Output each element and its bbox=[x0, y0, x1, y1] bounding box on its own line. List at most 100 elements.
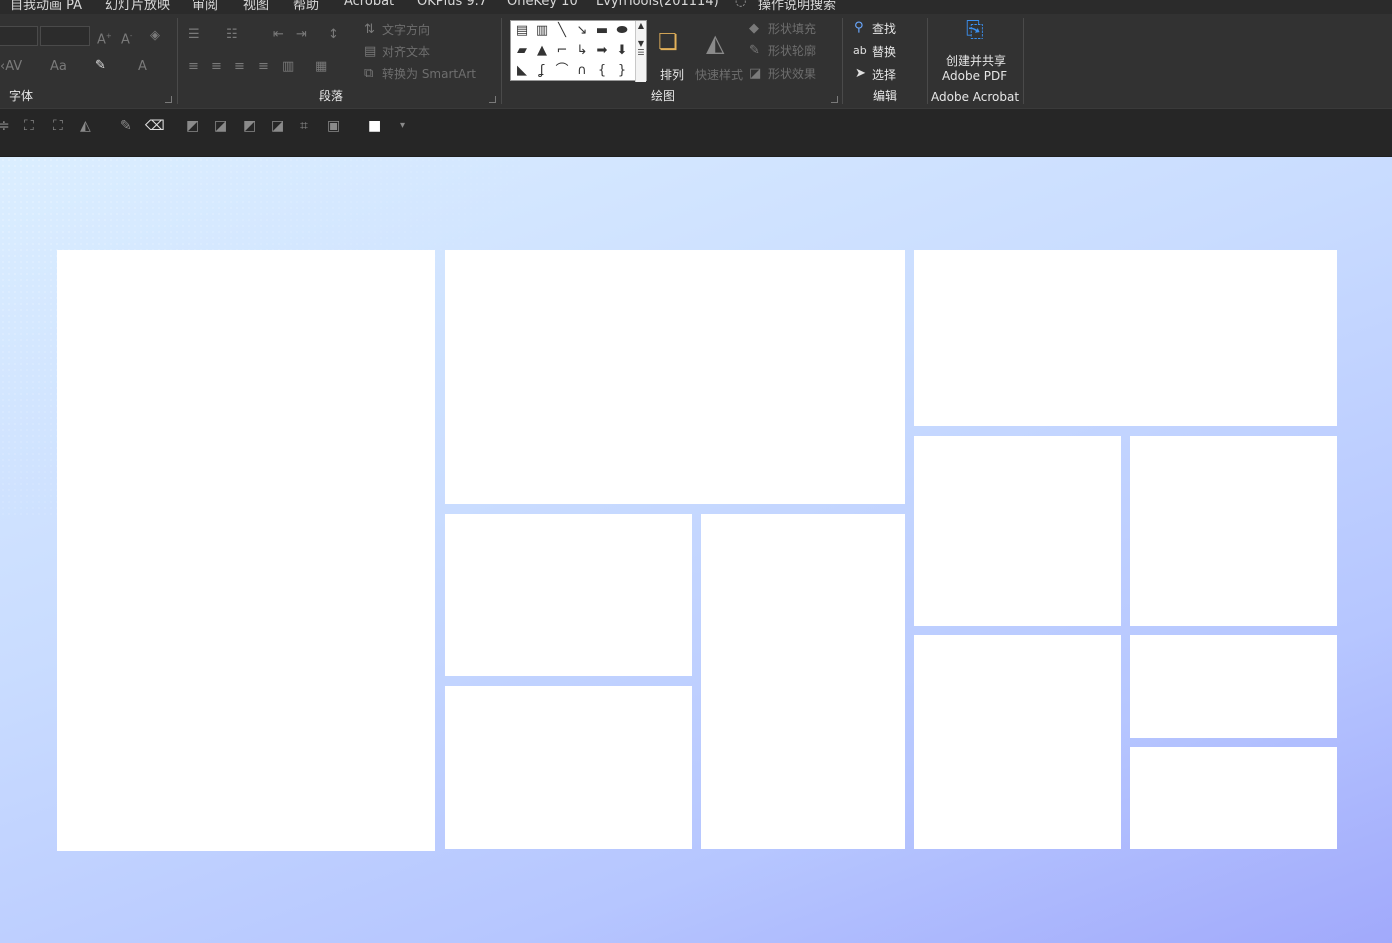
image-placeholder-11[interactable] bbox=[1130, 747, 1337, 849]
send-back-icon[interactable]: ◪ bbox=[271, 119, 284, 133]
tab-animation-pa[interactable]: 自我动画 PA bbox=[10, 0, 82, 13]
shapes-gallery-scroll[interactable]: ▲ ▼ ☰ bbox=[635, 21, 646, 82]
left-brace-icon[interactable]: { bbox=[593, 62, 611, 80]
shape-effects-button[interactable]: 形状效果 bbox=[768, 67, 816, 81]
change-case-icon[interactable]: Aa bbox=[50, 60, 67, 74]
image-placeholder-10[interactable] bbox=[1130, 635, 1337, 738]
image-placeholder-4[interactable] bbox=[445, 514, 692, 676]
freeform-icon[interactable]: ʆ bbox=[533, 62, 551, 80]
align-left-icon[interactable]: ≡ bbox=[188, 60, 199, 74]
image-placeholder-1[interactable] bbox=[57, 250, 435, 851]
create-share-line1[interactable]: 创建并共享 bbox=[946, 54, 1006, 68]
shape-outline-icon: ✎ bbox=[749, 43, 760, 58]
color-swatch-icon[interactable]: ■ bbox=[368, 119, 381, 133]
drawing-dialog-launcher[interactable] bbox=[831, 96, 838, 103]
tab-help[interactable]: 帮助 bbox=[293, 0, 319, 13]
columns-icon[interactable]: ▦ bbox=[315, 60, 327, 74]
clear-format-icon[interactable]: ◈ bbox=[150, 29, 160, 43]
char-spacing-icon[interactable]: ‹AV bbox=[0, 60, 22, 74]
elbow-arrow-icon[interactable]: ↳ bbox=[573, 42, 591, 60]
right-arrow-icon[interactable]: ➡ bbox=[593, 42, 611, 60]
tab-onekey[interactable]: OneKey 10 bbox=[507, 0, 578, 9]
menu-tabs-bar: 自我动画 PA 幻灯片放映 审阅 视图 帮助 Acrobat OKPlus 9.… bbox=[0, 0, 1392, 14]
find-button[interactable]: 查找 bbox=[872, 22, 896, 36]
bullets-icon[interactable]: ☰ bbox=[188, 28, 200, 42]
tab-okplus[interactable]: OKPlus 9.7 bbox=[417, 0, 487, 9]
group-shapes-icon[interactable]: ⛶ bbox=[53, 119, 63, 133]
image-placeholder-3[interactable] bbox=[914, 250, 1337, 426]
increase-indent-icon[interactable]: ⇥ bbox=[296, 28, 307, 42]
rotate-icon[interactable]: ◭ bbox=[80, 119, 91, 133]
arrange-button[interactable]: 排列 bbox=[660, 68, 684, 82]
quick-styles-button[interactable]: 快速样式 bbox=[695, 68, 743, 82]
slide-canvas[interactable] bbox=[0, 157, 1392, 943]
font-color-icon[interactable]: A bbox=[138, 60, 147, 74]
increase-font-icon[interactable]: A+ bbox=[97, 29, 112, 47]
image-placeholder-2[interactable] bbox=[445, 250, 905, 504]
tab-lvyhtools[interactable]: LvyhTools(201114) bbox=[596, 0, 719, 9]
acrobat-group: ⎘ 创建并共享 Adobe PDF Adobe Acrobat bbox=[928, 14, 1023, 108]
highlight-color-icon[interactable]: ✎ bbox=[95, 59, 106, 73]
tab-acrobat[interactable]: Acrobat bbox=[344, 0, 394, 9]
shapes-gallery[interactable]: ▤ ▥ ╲ ↘ ▬ ⬬ ▰ ▲ ⌐ ↳ ➡ ⬇ ◣ ʆ ⌒ ∩ { } ▲ ▼ ☰ bbox=[510, 20, 647, 82]
lightbulb-icon: ◌ bbox=[735, 0, 747, 9]
image-placeholder-9[interactable] bbox=[914, 635, 1121, 849]
line-icon[interactable]: ╲ bbox=[553, 22, 571, 40]
shape-outline-button[interactable]: 形状轮廓 bbox=[768, 44, 816, 58]
image-placeholder-5[interactable] bbox=[445, 686, 692, 849]
align-center-icon[interactable]: ≡ bbox=[211, 60, 222, 74]
text-box-icon[interactable]: ▤ bbox=[513, 22, 531, 40]
tell-me-search[interactable]: 操作说明搜索 bbox=[758, 0, 836, 13]
decrease-font-icon[interactable]: A- bbox=[121, 29, 132, 47]
send-backward-icon[interactable]: ◪ bbox=[214, 119, 227, 133]
justify-icon[interactable]: ≡ bbox=[258, 60, 269, 74]
numbering-icon[interactable]: ☷ bbox=[226, 28, 238, 42]
drawing-group-label: 绘图 bbox=[651, 89, 676, 103]
text-direction-button[interactable]: 文字方向 bbox=[382, 23, 430, 37]
snip-shape-icon[interactable]: ◣ bbox=[513, 62, 531, 80]
bring-forward-icon[interactable]: ◩ bbox=[186, 119, 199, 133]
line-spacing-icon[interactable]: ↕ bbox=[328, 28, 339, 42]
font-dialog-launcher[interactable] bbox=[165, 96, 172, 103]
crop-icon[interactable]: ⌗ bbox=[300, 119, 308, 133]
align-shapes-icon[interactable]: ⛶ bbox=[24, 119, 34, 133]
curve-icon[interactable]: ∩ bbox=[573, 62, 591, 80]
shape-fill-button[interactable]: 形状填充 bbox=[768, 22, 816, 36]
paragraph-dialog-launcher[interactable] bbox=[489, 96, 496, 103]
image-placeholder-7[interactable] bbox=[914, 436, 1121, 626]
align-right-icon[interactable]: ≡ bbox=[234, 60, 245, 74]
bring-front-icon[interactable]: ◩ bbox=[243, 119, 256, 133]
elbow-connector-icon[interactable]: ⌐ bbox=[553, 42, 571, 60]
triangle-icon[interactable]: ▲ bbox=[533, 42, 551, 60]
size-icon[interactable]: ▣ bbox=[327, 119, 340, 133]
font-size-combo[interactable] bbox=[40, 26, 90, 46]
arrow-line-icon[interactable]: ↘ bbox=[573, 22, 591, 40]
distributed-icon[interactable]: ▥ bbox=[282, 60, 294, 74]
vertical-text-box-icon[interactable]: ▥ bbox=[533, 22, 551, 40]
image-placeholder-8[interactable] bbox=[1130, 436, 1337, 626]
tab-review[interactable]: 审阅 bbox=[192, 0, 218, 13]
align-text-button[interactable]: 对齐文本 bbox=[382, 45, 430, 59]
eraser-icon[interactable]: ⌫ bbox=[145, 119, 165, 133]
paragraph-group-label: 段落 bbox=[319, 89, 344, 103]
format-painter-icon[interactable]: ✎ bbox=[120, 119, 132, 133]
arc-icon[interactable]: ⌒ bbox=[553, 62, 571, 80]
rectangle-icon[interactable]: ▬ bbox=[593, 22, 611, 40]
right-brace-icon[interactable]: } bbox=[613, 62, 631, 80]
create-share-line2[interactable]: Adobe PDF bbox=[942, 69, 1007, 83]
rounded-rect-icon[interactable]: ▰ bbox=[513, 42, 531, 60]
customize-toolbar-icon[interactable]: ▾ bbox=[400, 119, 405, 133]
font-name-combo[interactable] bbox=[0, 26, 38, 46]
tab-view[interactable]: 视图 bbox=[243, 0, 269, 13]
replace-button[interactable]: 替换 bbox=[872, 45, 896, 59]
oval-icon[interactable]: ⬬ bbox=[613, 22, 631, 40]
image-placeholder-6[interactable] bbox=[701, 514, 905, 849]
down-arrow-icon[interactable]: ⬇ bbox=[613, 42, 631, 60]
decrease-indent-icon[interactable]: ⇤ bbox=[273, 28, 284, 42]
convert-smartart-button[interactable]: 转换为 SmartArt bbox=[382, 67, 476, 81]
distribute-icon[interactable]: ≑ bbox=[0, 119, 10, 133]
select-button[interactable]: 选择 bbox=[872, 68, 896, 82]
paragraph-group: ☰ ☷ ⇤ ⇥ ↕ ⇅ 文字方向 ▤ 对齐文本 ⧉ 转换为 SmartArt ≡… bbox=[178, 14, 500, 108]
shape-effects-icon: ◪ bbox=[749, 66, 762, 81]
tab-slideshow[interactable]: 幻灯片放映 bbox=[105, 0, 170, 13]
